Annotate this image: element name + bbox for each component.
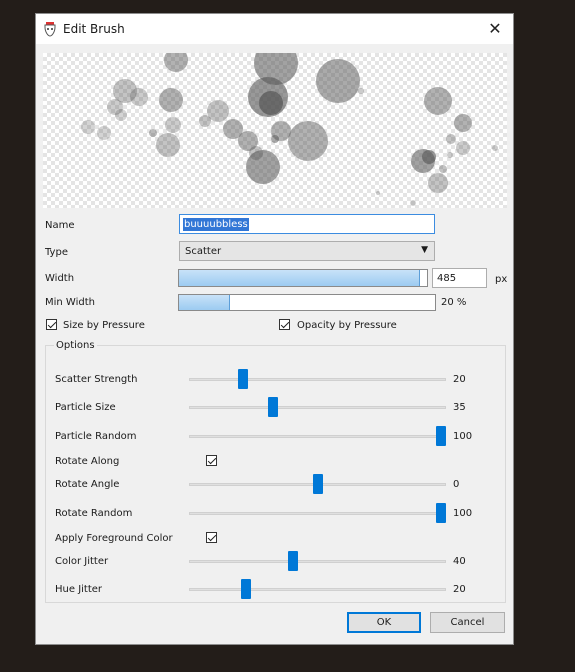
slider-track[interactable]	[189, 588, 446, 591]
options-title: Options	[54, 340, 97, 351]
name-label: Name	[45, 220, 75, 231]
option-label: Apply Foreground Color	[55, 533, 173, 544]
option-label: Particle Size	[55, 402, 116, 413]
slider-value: 100	[453, 431, 473, 442]
slider-value: 35	[453, 402, 466, 413]
slider-value: 40	[453, 556, 466, 567]
slider-thumb[interactable]	[240, 579, 251, 599]
size-by-pressure-checkbox[interactable]	[46, 319, 57, 330]
slider-track[interactable]	[189, 378, 446, 381]
slider-value: 100	[453, 508, 473, 519]
width-label: Width	[45, 273, 75, 284]
app-icon	[44, 22, 56, 37]
type-label: Type	[45, 247, 68, 258]
slider-thumb[interactable]	[268, 397, 279, 417]
option-checkbox[interactable]	[206, 455, 217, 466]
size-by-pressure-label: Size by Pressure	[63, 320, 145, 331]
option-checkbox[interactable]	[206, 532, 217, 543]
option-label: Rotate Random	[55, 508, 133, 519]
width-input-value: 485	[437, 273, 457, 284]
option-label: Hue Jitter	[55, 584, 103, 595]
opacity-by-pressure-label: Opacity by Pressure	[297, 320, 397, 331]
slider-thumb[interactable]	[238, 369, 249, 389]
slider-track[interactable]	[189, 560, 446, 563]
slider-value: 0	[453, 479, 460, 490]
option-label: Rotate Angle	[55, 479, 120, 490]
name-input-value: buuuubbless	[183, 218, 249, 231]
option-label: Color Jitter	[55, 556, 109, 567]
brush-preview	[43, 53, 507, 208]
type-select[interactable]: Scatter ▼	[179, 241, 435, 261]
dialog-title: Edit Brush	[63, 22, 125, 36]
name-input[interactable]: buuuubbless	[179, 214, 435, 234]
min-width-value: 20 %	[441, 297, 467, 308]
width-bar[interactable]	[178, 269, 428, 287]
ok-button[interactable]: OK	[347, 612, 421, 633]
option-label: Particle Random	[55, 431, 137, 442]
option-label: Rotate Along	[55, 456, 120, 467]
type-select-value: Scatter	[185, 246, 222, 257]
close-icon[interactable]: ✕	[483, 17, 507, 41]
title-bar: Edit Brush ✕	[36, 14, 513, 44]
edit-brush-dialog: Edit Brush ✕ Name buuuubbless Type Scatt…	[35, 13, 514, 645]
slider-thumb[interactable]	[436, 426, 446, 446]
slider-track[interactable]	[189, 435, 446, 438]
width-unit: px	[495, 274, 508, 285]
cancel-button[interactable]: Cancel	[430, 612, 505, 633]
slider-track[interactable]	[189, 406, 446, 409]
slider-thumb[interactable]	[436, 503, 446, 523]
slider-track[interactable]	[189, 512, 446, 515]
min-width-label: Min Width	[45, 297, 95, 308]
slider-thumb[interactable]	[312, 474, 323, 494]
slider-value: 20	[453, 374, 466, 385]
slider-thumb[interactable]	[287, 551, 298, 571]
min-width-bar-fill	[179, 295, 231, 310]
slider-value: 20	[453, 584, 466, 595]
option-label: Scatter Strength	[55, 374, 138, 385]
width-bar-fill	[179, 270, 420, 286]
min-width-bar[interactable]	[178, 294, 436, 311]
opacity-by-pressure-checkbox[interactable]	[279, 319, 290, 330]
width-input[interactable]: 485	[432, 268, 487, 288]
chevron-down-icon: ▼	[421, 245, 428, 255]
